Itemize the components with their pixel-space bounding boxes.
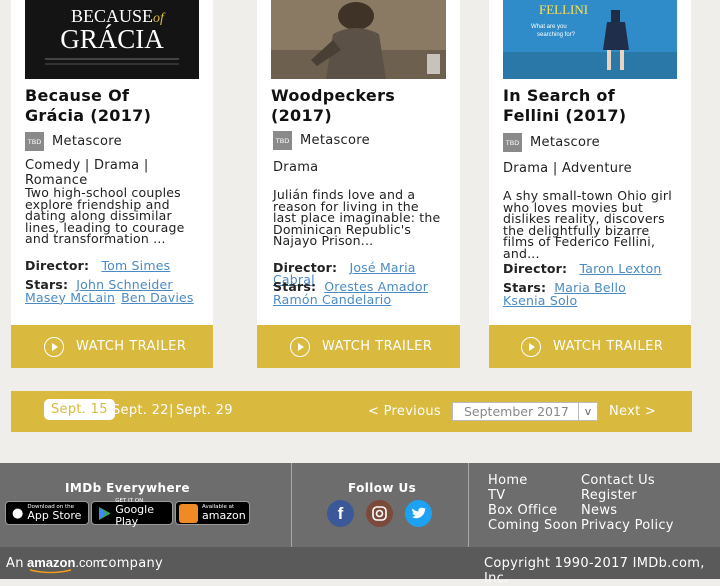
plot-summary: Julián finds love and a reason for living… (273, 187, 441, 249)
metascore-label: Metascore (52, 134, 122, 149)
movie-card-1: BECAUSE of GRÁCIA Because Of Grácia (201… (11, 0, 213, 368)
footer-link-contact-us[interactable]: Contact Us (581, 473, 655, 488)
google-play-badge[interactable]: GET IT ON Google Play (91, 498, 173, 528)
plot-summary: Two high-school couples explore friendshi… (25, 185, 185, 247)
star-link[interactable]: Ramón Candelario (273, 292, 391, 307)
footer-link-coming-soon[interactable]: Coming Soon (488, 518, 578, 533)
metascore: TBD Metascore (25, 132, 122, 151)
follow-us-title: Follow Us (348, 481, 417, 495)
metascore-badge: TBD (503, 133, 522, 152)
director-link[interactable]: Tom Simes (101, 258, 170, 273)
play-icon (290, 336, 310, 357)
footer-link-home[interactable]: Home (488, 473, 528, 488)
movie-card-3: FELLINI What are you searching for? In S… (489, 0, 691, 368)
footer-link-news[interactable]: News (581, 503, 617, 518)
genres: Drama (273, 160, 319, 175)
movie-card-2: Woodpeckers (2017) TBD Metascore Drama J… (257, 0, 460, 368)
bottom-bar: An amazon.com company Copyright 1990-201… (0, 547, 720, 586)
director-label: Director: (25, 258, 90, 273)
stars-row: Stars: Maria Bello Ksenia Solo (503, 281, 632, 308)
footer-divider (468, 463, 469, 547)
director-row: Director: Tom Simes (25, 258, 176, 273)
week-sept-15[interactable]: Sept. 15 (44, 399, 115, 420)
stars-row: Stars: Orestes Amador Ramón Candelario (273, 280, 434, 307)
twitter-icon[interactable] (405, 500, 432, 527)
poster-because-of-gracia[interactable]: BECAUSE of GRÁCIA (25, 0, 199, 79)
stars-row: Stars: John Schneider Masey McLain Ben Dav… (25, 278, 200, 305)
director-link[interactable]: Taron Lexton (579, 261, 661, 276)
svg-text:GRÁCIA: GRÁCIA (60, 24, 164, 54)
plot-summary: A shy small-town Ohio girl who loves movi… (503, 188, 672, 261)
footer-link-tv[interactable]: TV (488, 488, 505, 503)
watch-trailer-button[interactable]: WATCH TRAILER (489, 325, 691, 368)
svg-text:What are you: What are you (531, 24, 567, 30)
footer-link-register[interactable]: Register (581, 488, 637, 503)
amazon-app-icon (179, 503, 198, 523)
metascore-label: Metascore (530, 135, 600, 150)
poster-text: BECAUSE (71, 6, 153, 26)
instagram-icon[interactable] (366, 500, 393, 527)
previous-button[interactable]: < Previous (368, 404, 441, 419)
amazon-appstore-badge[interactable]: Available at amazon (175, 501, 250, 525)
movie-title[interactable]: In Search of Fellini (2017) (503, 86, 626, 126)
director-row: Director: Taron Lexton (503, 261, 668, 276)
apple-icon: ● (12, 505, 24, 521)
watch-trailer-button[interactable]: WATCH TRAILER (11, 325, 213, 368)
metascore-badge: TBD (273, 131, 292, 150)
google-play-icon (99, 506, 111, 520)
genres: Drama | Adventure (503, 161, 632, 176)
poster-in-search-of-fellini[interactable]: FELLINI What are you searching for? (503, 0, 677, 79)
footer: IMDb Everywhere ● Download on the App St… (0, 463, 720, 547)
svg-text:FELLINI: FELLINI (539, 2, 588, 17)
metascore-label: Metascore (300, 133, 370, 148)
week-sept-22[interactable]: Sept. 22 (112, 403, 169, 418)
svg-text:searching for?: searching for? (537, 32, 576, 38)
footer-link-privacy-policy[interactable]: Privacy Policy (581, 518, 674, 533)
footer-link-box-office[interactable]: Box Office (488, 503, 557, 518)
director-label: Director: (503, 261, 568, 276)
metascore: TBD Metascore (273, 131, 370, 150)
month-select[interactable]: September 2017 v (452, 402, 598, 421)
star-link[interactable]: Ben Davies (121, 290, 194, 305)
metascore: TBD Metascore (503, 133, 600, 152)
metascore-badge: TBD (25, 132, 44, 151)
company-label: company (101, 556, 164, 571)
week-separator: | (169, 403, 174, 418)
genres: Comedy | Drama | Romance (25, 158, 149, 188)
play-icon (44, 336, 64, 357)
movie-title[interactable]: Because Of Grácia (2017) (25, 86, 151, 126)
movie-title[interactable]: Woodpeckers (2017) (271, 86, 395, 126)
watch-trailer-label: WATCH TRAILER (76, 339, 187, 354)
star-link[interactable]: Masey McLain (25, 290, 115, 305)
watch-trailer-label: WATCH TRAILER (322, 339, 433, 354)
facebook-icon[interactable]: f (327, 500, 354, 527)
star-link[interactable]: Ksenia Solo (503, 293, 577, 308)
an-label: An (6, 556, 24, 571)
watch-trailer-button[interactable]: WATCH TRAILER (257, 325, 460, 368)
watch-trailer-label: WATCH TRAILER (553, 339, 664, 354)
footer-divider (291, 463, 292, 547)
copyright: Copyright 1990-2017 IMDb.com, Inc. (484, 556, 705, 586)
imdb-everywhere-title: IMDb Everywhere (65, 481, 190, 495)
chevron-down-icon[interactable]: v (578, 403, 597, 420)
week-sept-29[interactable]: Sept. 29 (176, 403, 233, 418)
amazon-logo[interactable]: amazon.com (27, 555, 104, 574)
app-store-badge[interactable]: ● Download on the App Store (5, 501, 89, 525)
next-button[interactable]: Next > (609, 404, 656, 419)
month-select-value: September 2017 (464, 404, 569, 419)
week-pager: Sept. 15 Sept. 22 | Sept. 29 < Previous … (11, 391, 692, 432)
poster-woodpeckers[interactable] (271, 0, 446, 79)
play-icon (521, 336, 541, 357)
